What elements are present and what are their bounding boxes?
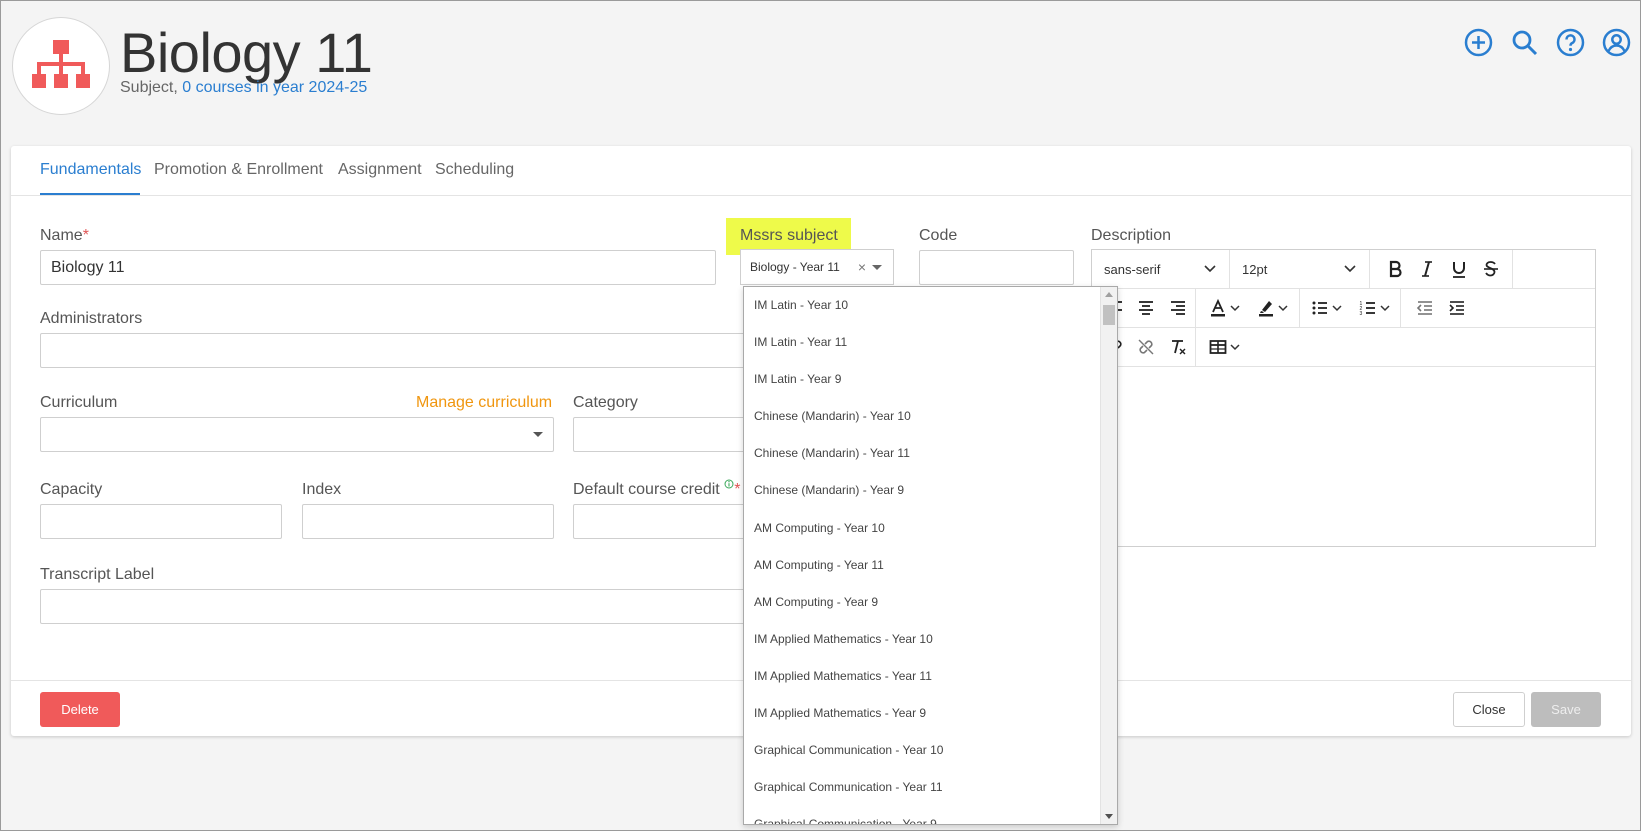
curriculum-label: Curriculum xyxy=(40,394,118,411)
editor-toolbar-row-2: 123 xyxy=(1092,289,1595,328)
dropdown-option[interactable]: AM Computing - Year 9 xyxy=(744,584,1101,621)
info-icon[interactable] xyxy=(724,479,734,489)
chevron-down-icon[interactable] xyxy=(1227,295,1243,321)
align-center-icon[interactable] xyxy=(1133,295,1159,321)
mssrs-subject-value: Biology - Year 11 xyxy=(750,260,840,274)
curriculum-select[interactable] xyxy=(40,417,554,452)
dropdown-option[interactable]: Chinese (Mandarin) - Year 10 xyxy=(744,398,1101,435)
tab-assignment[interactable]: Assignment xyxy=(338,161,422,179)
code-input[interactable] xyxy=(919,250,1074,285)
tab-scheduling[interactable]: Scheduling xyxy=(435,161,514,179)
user-account-icon[interactable] xyxy=(1601,27,1632,58)
outdent-icon[interactable] xyxy=(1412,295,1438,321)
code-label: Code xyxy=(919,227,958,244)
clear-format-icon[interactable] xyxy=(1165,334,1191,360)
dropdown-option-list: IM Latin - Year 10 IM Latin - Year 11 IM L… xyxy=(744,287,1101,824)
svg-text:3: 3 xyxy=(1360,311,1363,317)
tab-bar: Fundamentals Promotion & Enrollment Assi… xyxy=(11,146,1631,196)
chevron-down-icon xyxy=(533,432,543,437)
mssrs-subject-dropdown: IM Latin - Year 10 IM Latin - Year 11 IM L… xyxy=(743,286,1118,825)
hierarchy-icon xyxy=(32,40,90,88)
editor-toolbar-row-1: sans-serif 12pt xyxy=(1092,250,1595,289)
mssrs-subject-select[interactable]: Biology - Year 11 × xyxy=(740,249,894,285)
administrators-label: Administrators xyxy=(40,310,143,327)
transcript-label-label: Transcript Label xyxy=(40,566,155,583)
font-family-select[interactable]: sans-serif xyxy=(1092,250,1230,289)
mssrs-subject-label: Mssrs subject xyxy=(740,227,838,244)
search-icon[interactable] xyxy=(1509,27,1540,58)
dropdown-option[interactable]: AM Computing - Year 11 xyxy=(744,547,1101,584)
editor-toolbar-row-3 xyxy=(1092,328,1595,367)
dropdown-option[interactable]: Chinese (Mandarin) - Year 11 xyxy=(744,435,1101,472)
header-actions xyxy=(1463,27,1632,58)
bold-icon[interactable] xyxy=(1382,256,1408,282)
subject-logo xyxy=(12,17,110,115)
capacity-input[interactable] xyxy=(40,504,282,539)
underline-icon[interactable] xyxy=(1446,256,1472,282)
tab-promotion-enrollment[interactable]: Promotion & Enrollment xyxy=(154,161,323,179)
chevron-down-icon[interactable] xyxy=(1329,295,1345,321)
scroll-down-arrow-icon[interactable] xyxy=(1105,814,1113,819)
dropdown-option[interactable]: Chinese (Mandarin) - Year 9 xyxy=(744,472,1101,509)
chevron-down-icon[interactable] xyxy=(872,265,882,270)
tab-fundamentals[interactable]: Fundamentals xyxy=(40,161,141,179)
name-label: Name* xyxy=(40,227,89,244)
category-label: Category xyxy=(573,394,638,411)
chevron-down-icon xyxy=(1344,265,1356,273)
dropdown-option[interactable]: AM Computing - Year 10 xyxy=(744,510,1101,547)
chevron-down-icon[interactable] xyxy=(1227,334,1243,360)
chevron-down-icon[interactable] xyxy=(1275,295,1291,321)
capacity-label: Capacity xyxy=(40,481,103,498)
indent-icon[interactable] xyxy=(1444,295,1470,321)
scrollbar-thumb[interactable] xyxy=(1103,305,1115,325)
help-icon[interactable] xyxy=(1555,27,1586,58)
default-course-credit-input[interactable] xyxy=(573,504,763,539)
editor-content-area[interactable] xyxy=(1092,367,1595,547)
dropdown-option[interactable]: Graphical Communication - Year 10 xyxy=(744,732,1101,769)
default-course-credit-label: Default course credit * xyxy=(573,479,741,498)
dropdown-option[interactable]: IM Applied Mathematics - Year 10 xyxy=(744,621,1101,658)
dropdown-option[interactable]: IM Applied Mathematics - Year 9 xyxy=(744,695,1101,732)
category-select[interactable] xyxy=(573,417,763,452)
required-mark: * xyxy=(82,227,89,244)
dropdown-scrollbar[interactable] xyxy=(1100,287,1117,824)
dropdown-option[interactable]: IM Applied Mathematics - Year 11 xyxy=(744,658,1101,695)
manage-curriculum-link[interactable]: Manage curriculum xyxy=(416,394,552,412)
description-editor: sans-serif 12pt 1 2 3 xyxy=(1091,249,1596,547)
chevron-down-icon xyxy=(1204,265,1216,273)
dropdown-option[interactable]: IM Latin - Year 10 xyxy=(744,287,1101,324)
subtitle-prefix: Subject, xyxy=(120,79,183,96)
dropdown-option[interactable]: Graphical Communication - Year 11 xyxy=(744,769,1101,806)
clear-selection-icon[interactable]: × xyxy=(858,259,866,275)
administrators-input[interactable] xyxy=(40,333,760,368)
active-tab-indicator xyxy=(40,193,140,195)
name-input[interactable]: Biology 11 xyxy=(40,250,716,285)
transcript-label-input[interactable] xyxy=(40,589,763,624)
close-button[interactable]: Close xyxy=(1453,692,1525,727)
add-circle-icon[interactable] xyxy=(1463,27,1494,58)
courses-link[interactable]: 0 courses in year 2024-25 xyxy=(182,79,367,96)
dropdown-option[interactable]: IM Latin - Year 11 xyxy=(744,324,1101,361)
index-label: Index xyxy=(302,481,342,498)
save-button[interactable]: Save xyxy=(1531,692,1601,727)
description-label: Description xyxy=(1091,227,1172,244)
page-subtitle: Subject, 0 courses in year 2024-25 xyxy=(120,79,367,97)
chevron-down-icon[interactable] xyxy=(1377,295,1393,321)
align-right-icon[interactable] xyxy=(1165,295,1191,321)
unlink-icon[interactable] xyxy=(1133,334,1159,360)
index-input[interactable] xyxy=(302,504,554,539)
dropdown-option[interactable]: IM Latin - Year 9 xyxy=(744,361,1101,398)
delete-button[interactable]: Delete xyxy=(40,692,120,727)
scroll-up-arrow-icon[interactable] xyxy=(1105,292,1113,297)
dropdown-option[interactable]: Graphical Communication - Year 9 xyxy=(744,806,1101,824)
italic-icon[interactable] xyxy=(1414,256,1440,282)
font-size-select[interactable]: 12pt xyxy=(1230,250,1370,289)
page-title: Biology 11 xyxy=(120,21,373,84)
strikethrough-icon[interactable] xyxy=(1478,256,1504,282)
